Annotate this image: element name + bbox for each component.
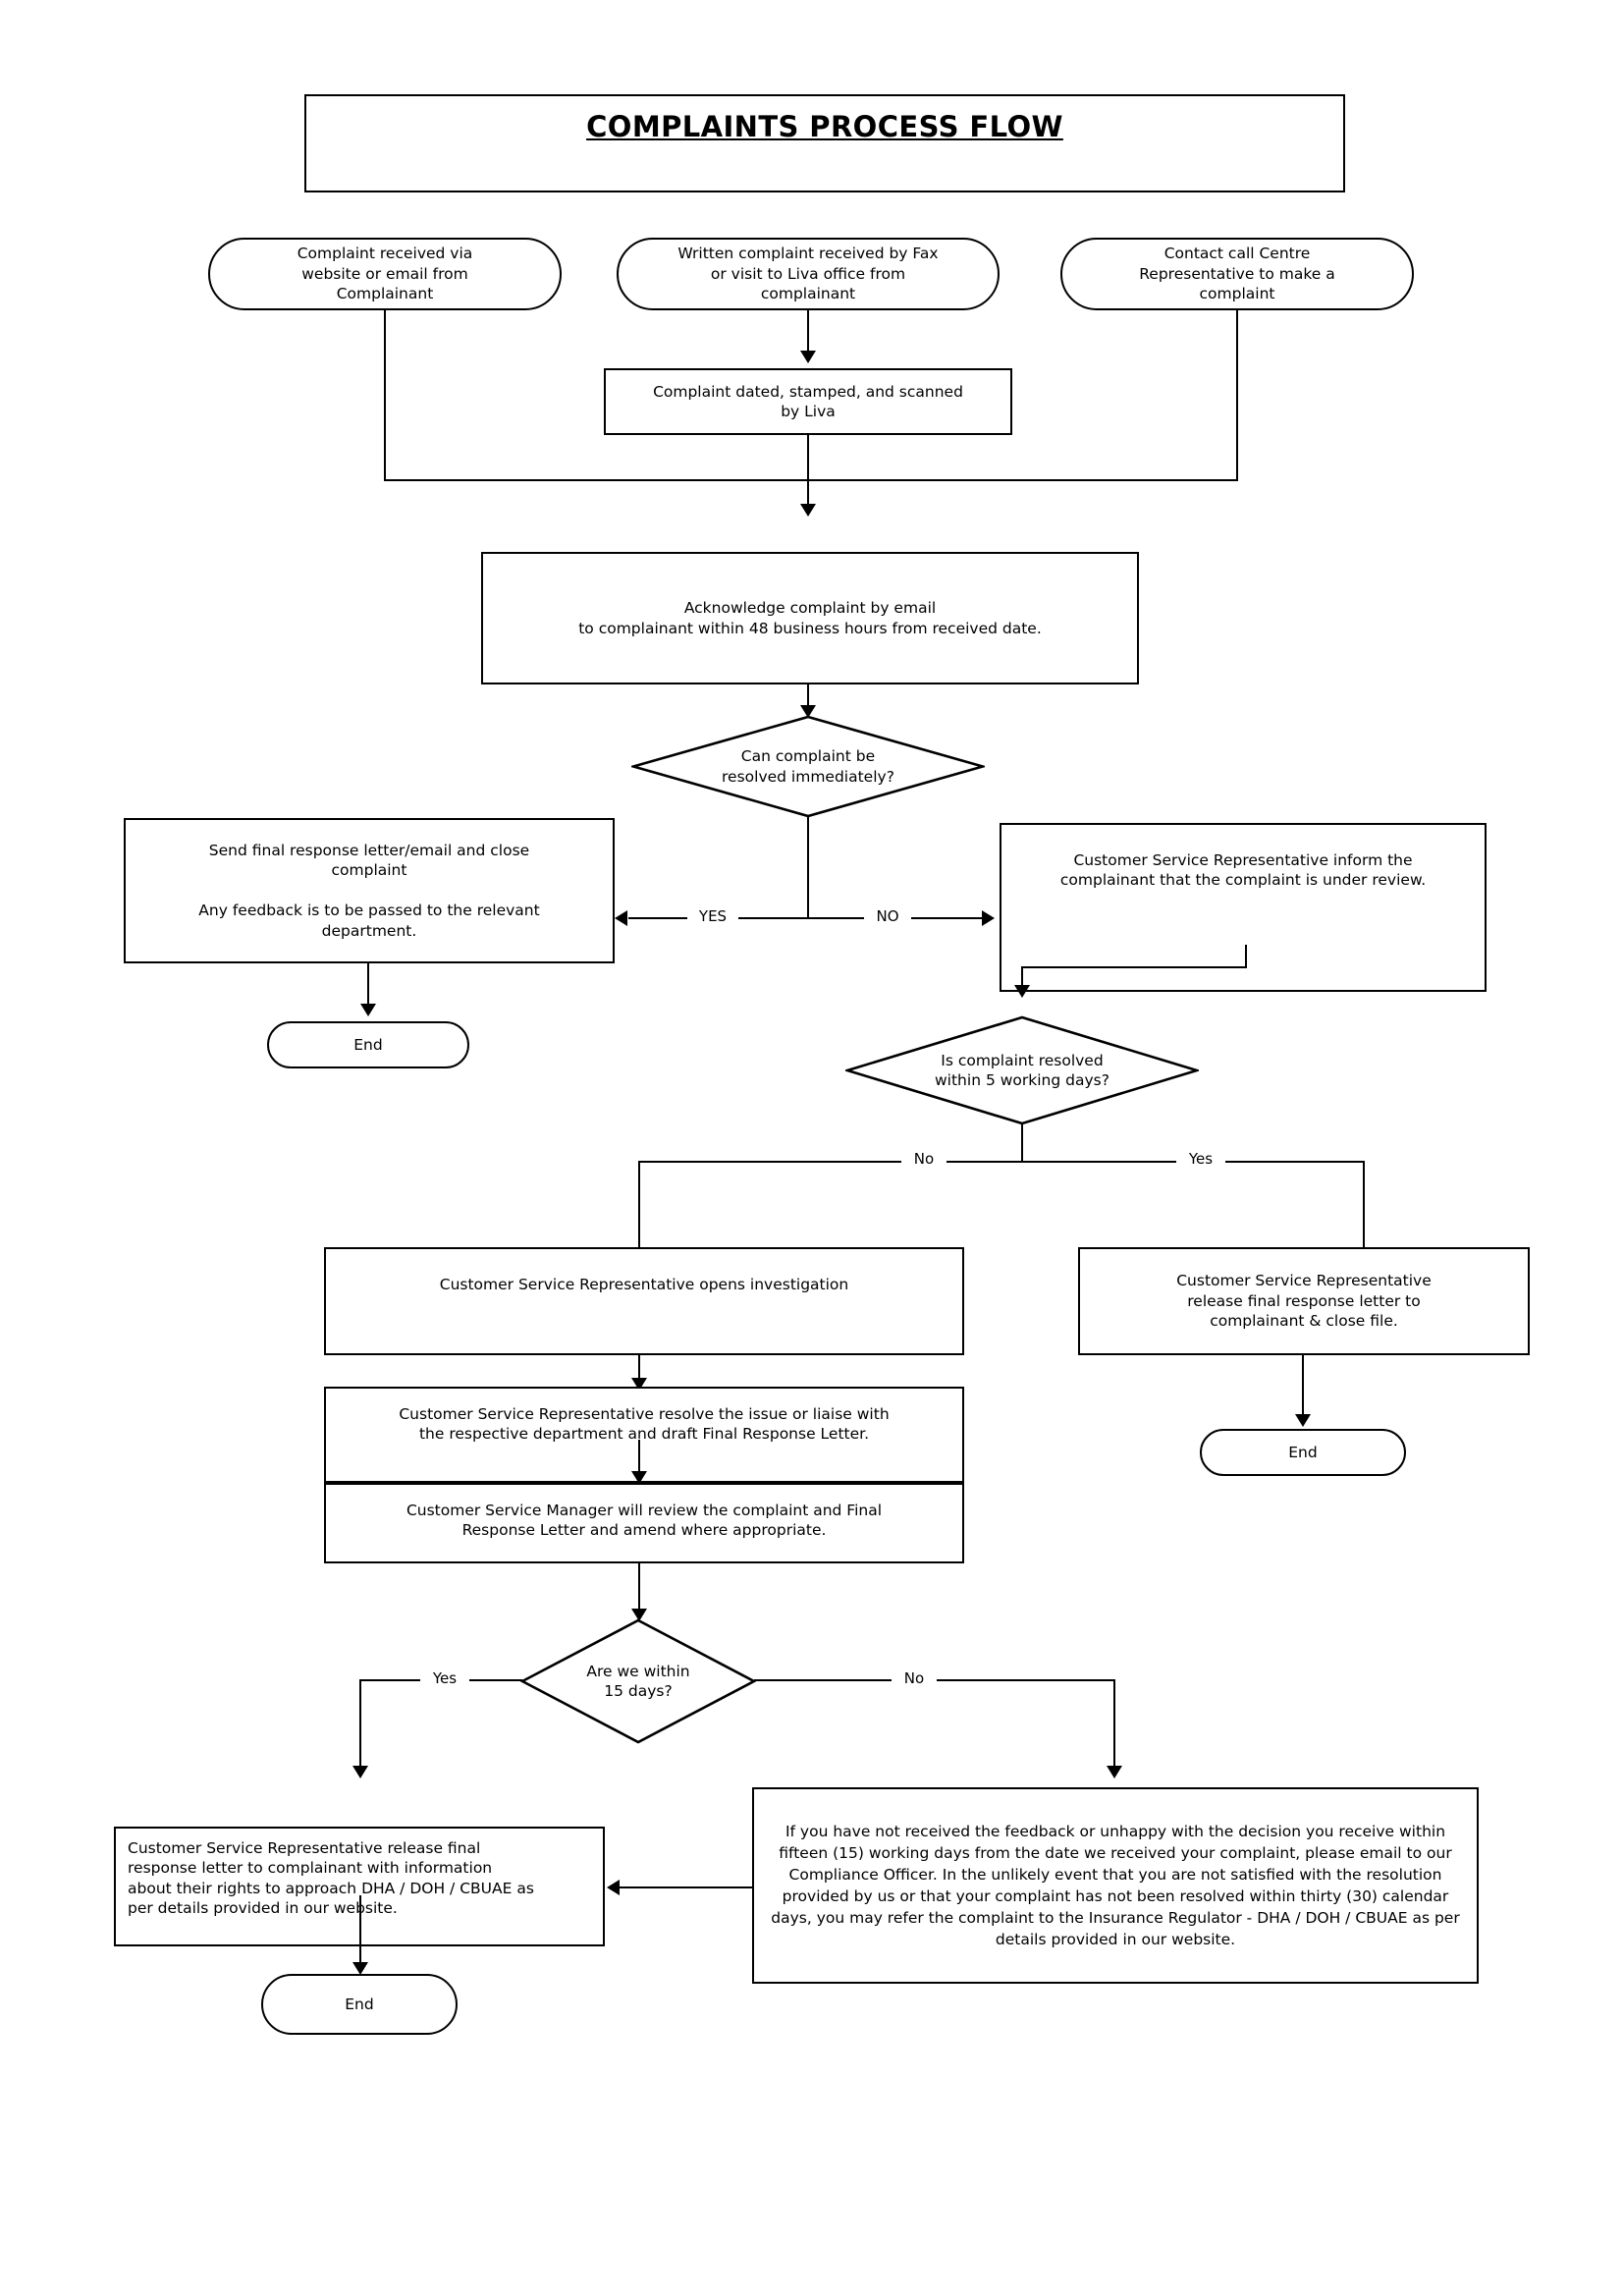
connector-decision1-down-stem	[807, 816, 809, 919]
connector-decision3-yes-v	[359, 1679, 361, 1776]
connector-send-final-to-end	[367, 963, 369, 1010]
arrowhead-bus-to-acknowledge	[800, 504, 816, 517]
connector-dated-down	[807, 435, 809, 481]
connector-csr-inform-elbow-h	[1021, 966, 1247, 968]
decision-label-within-15-days: Are we within 15 days?	[586, 1662, 690, 1700]
decision-label-resolved-immediately: Can complaint be resolved immediately?	[722, 747, 894, 786]
process-node-dated-stamped: Complaint dated, stamped, and scanned by…	[604, 368, 1012, 435]
process-node-resolve-issue: Customer Service Representative resolve …	[324, 1387, 964, 1483]
end-node-bottom: End	[261, 1974, 458, 2035]
process-node-acknowledge: Acknowledge complaint by email to compla…	[481, 552, 1139, 684]
start-node-call-centre: Contact call Centre Representative to ma…	[1060, 238, 1414, 310]
arrowhead-decision3-no	[1107, 1766, 1122, 1778]
decision-node-five-working-days: Is complaint resolved within 5 working d…	[845, 1015, 1199, 1125]
edge-label-yes-immediate: YES	[687, 909, 738, 924]
connector-decision2-yes-down	[1363, 1161, 1365, 1259]
connector-callcentre-down	[1236, 310, 1238, 481]
connector-decision2-split-bus	[638, 1161, 1365, 1163]
arrowhead-decision1-yes	[615, 910, 627, 926]
decision-node-within-15-days: Are we within 15 days?	[520, 1618, 756, 1744]
arrowhead-decision3-yes	[352, 1766, 368, 1778]
connector-escalation-to-rights	[619, 1886, 754, 1888]
decision-node-resolved-immediately: Can complaint be resolved immediately?	[631, 715, 985, 818]
process-node-manager-review: Customer Service Manager will review the…	[324, 1483, 964, 1563]
start-node-website: Complaint received via website or email …	[208, 238, 562, 310]
flowchart-page: COMPLAINTS PROCESS FLOW Complaint receiv…	[0, 0, 1623, 2296]
connector-decision2-no-down	[638, 1161, 640, 1259]
arrowhead-send-final-to-end	[360, 1004, 376, 1016]
end-node-left: End	[267, 1021, 469, 1068]
arrowhead-escalation-to-rights	[607, 1880, 620, 1895]
process-node-open-investigation: Customer Service Representative opens in…	[324, 1247, 964, 1355]
connector-release-letter-to-end	[1302, 1355, 1304, 1422]
connector-decision3-no-v	[1113, 1679, 1115, 1776]
process-node-send-final-response: Send final response letter/email and clo…	[124, 818, 615, 963]
end-node-right: End	[1200, 1429, 1406, 1476]
process-node-escalation-note: If you have not received the feedback or…	[752, 1787, 1479, 1984]
diagram-title-box: COMPLAINTS PROCESS FLOW	[304, 94, 1345, 192]
start-node-fax: Written complaint received by Fax or vis…	[617, 238, 1000, 310]
edge-label-no-five-days: No	[901, 1152, 947, 1167]
arrowhead-fax-to-dated	[800, 351, 816, 363]
edge-label-yes-five-days: Yes	[1176, 1152, 1225, 1167]
connector-decision2-down-stem	[1021, 1123, 1023, 1163]
arrowhead-csr-inform-down	[1014, 985, 1030, 998]
connector-csr-inform-elbow-v	[1245, 945, 1247, 968]
decision-label-five-working-days: Is complaint resolved within 5 working d…	[935, 1051, 1109, 1089]
arrowhead-decision1-no	[982, 910, 995, 926]
connector-website-down	[384, 310, 386, 481]
edge-label-yes-15-days: Yes	[420, 1671, 469, 1686]
connector-merge-bus	[384, 479, 1238, 481]
connector-rights-to-end	[359, 1895, 361, 1972]
edge-label-no-immediate: NO	[864, 909, 911, 924]
edge-label-no-15-days: No	[892, 1671, 937, 1686]
process-node-release-final-letter: Customer Service Representative release …	[1078, 1247, 1530, 1355]
connector-fax-to-dated	[807, 310, 809, 354]
page-title: COMPLAINTS PROCESS FLOW	[586, 110, 1063, 143]
arrowhead-release-letter-to-end	[1295, 1414, 1311, 1427]
